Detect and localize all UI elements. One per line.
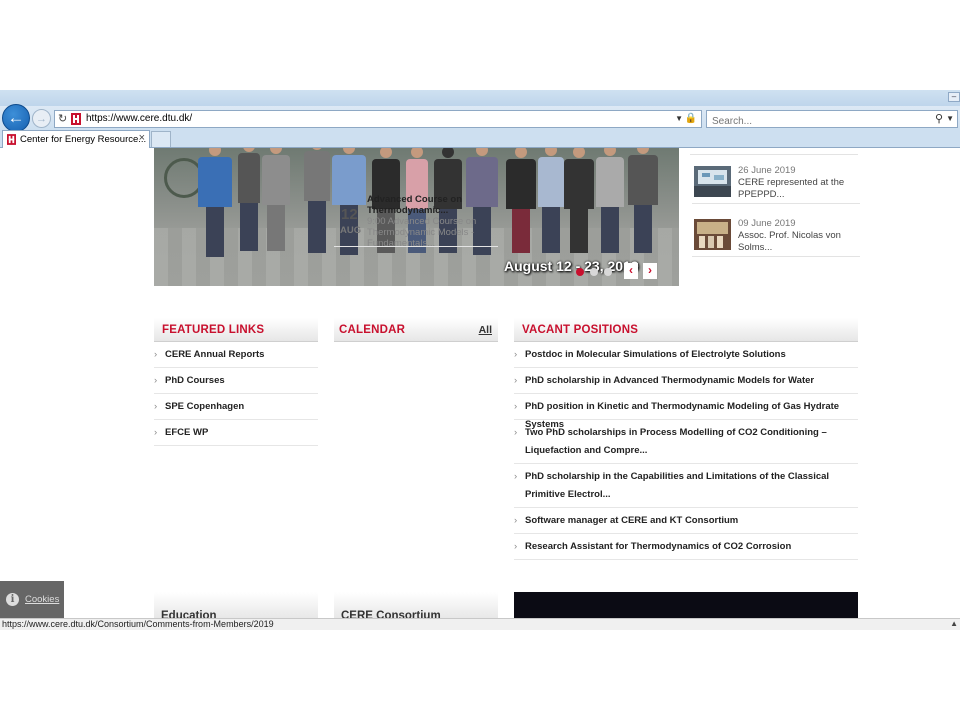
slide-next-button[interactable]: › [643,263,657,279]
hero-person [332,148,366,255]
slide-prev-button[interactable]: ‹ [624,263,638,279]
news-thumbnail [694,166,731,197]
vacancy-item[interactable]: › Software manager at CERE and KT Consor… [514,512,858,534]
featured-link-item[interactable]: › SPE Copenhagen [154,398,318,420]
consortium-heading[interactable]: CERE Consortium [341,610,441,618]
featured-link-item[interactable]: › PhD Courses [154,372,318,394]
hero-person [198,148,232,257]
education-section[interactable]: Education [154,592,318,618]
featured-link-item[interactable]: › EFCE WP [154,424,318,446]
calendar-all-link[interactable]: All [479,324,492,336]
arrow-left-icon: ← [7,108,25,127]
hero-person [538,148,564,253]
address-bar[interactable]: ↻ https://www.cere.dtu.dk/ ▼ 🔒 [54,110,702,128]
chevron-right-icon: › [514,349,518,360]
address-dropdown-icon[interactable]: ▼ [675,114,683,123]
slide-dot-active[interactable] [576,268,584,276]
calendar-divider [334,246,498,247]
hero-person [628,148,658,253]
chevron-right-icon: › [648,263,652,277]
vacant-positions-header: VACANT POSITIONS [514,318,858,342]
hero-person [238,148,260,251]
news-date: 26 June 2019 [738,165,796,176]
calendar-event-description: 9:00 Advanced Course on Thermodynamic Mo… [367,216,477,249]
refresh-icon[interactable]: ↻ [58,112,67,125]
vacancy-item[interactable]: › Research Assistant for Thermodynamics … [514,538,858,560]
news-title[interactable]: CERE represented at the PPEPPD... [738,177,858,200]
vacancy-item[interactable]: › PhD scholarship in the Capabilities an… [514,468,858,508]
chevron-right-icon: › [514,471,518,482]
chevron-right-icon: › [514,375,518,386]
browser-search-box[interactable]: ⚲ ▼ [706,110,958,130]
vacancy-item[interactable]: › Two PhD scholarships in Process Modell… [514,424,858,464]
back-button[interactable]: ← [2,104,30,132]
chevron-right-icon: › [154,349,158,360]
site-favicon-icon [71,113,81,125]
education-heading[interactable]: Education [161,610,217,618]
chevron-right-icon: › [514,427,518,438]
tab-cere[interactable]: Center for Energy Resource... × [2,130,150,148]
calendar-event-day: 12 [341,206,358,223]
hero-person [262,148,290,251]
search-dropdown-icon[interactable]: ▼ [946,114,954,123]
page-viewport: August 12 - 23, 2019 ‹ › 26 June 2019 CE… [0,148,960,618]
cookies-link[interactable]: Cookies [25,594,59,605]
news-item[interactable]: 26 June 2019 CERE represented at the PPE… [692,156,860,204]
info-icon: i [6,593,19,606]
zoom-indicator[interactable]: ▲ [950,619,958,628]
chevron-right-icon: › [154,401,158,412]
news-item[interactable]: 09 June 2019 Assoc. Prof. Nicolas von So… [692,209,860,257]
forward-button[interactable]: → [32,109,51,128]
slide-dot[interactable] [590,268,598,276]
close-icon[interactable]: × [139,132,145,144]
hero-person [506,148,536,253]
video-panel[interactable] [514,592,858,618]
vacancy-item[interactable]: › PhD position in Kinetic and Thermodyna… [514,398,858,430]
vacant-positions-heading: VACANT POSITIONS [522,324,639,336]
search-icon[interactable]: ⚲ [935,112,943,125]
cookies-badge[interactable]: i Cookies [0,581,64,618]
calendar-heading: CALENDAR [339,324,406,336]
chevron-right-icon: › [154,375,158,386]
chevron-right-icon: › [154,427,158,438]
calendar-header: CALENDAR All [334,318,498,342]
featured-links-header: FEATURED LINKS [154,318,318,342]
vacancy-item[interactable]: › Postdoc in Molecular Simulations of El… [514,346,858,368]
chevron-left-icon: ‹ [629,263,633,277]
window-minimize-button[interactable]: – [948,92,960,102]
calendar-event-title[interactable]: Advanced Course on Thermodynamic... [367,194,491,216]
news-divider [690,154,858,155]
browser-status-bar: https://www.cere.dtu.dk/Consortium/Comme… [0,618,960,630]
news-date: 09 June 2019 [738,218,796,229]
chevron-right-icon: › [514,515,518,526]
featured-links-heading: FEATURED LINKS [162,324,265,336]
status-url: https://www.cere.dtu.dk/Consortium/Comme… [2,619,274,629]
new-tab-button[interactable] [151,131,171,147]
news-title[interactable]: Assoc. Prof. Nicolas von Solms... [738,230,858,253]
chevron-right-icon: › [514,541,518,552]
hero-caption: August 12 - 23, 2019 [504,258,639,274]
slide-dot[interactable] [604,268,612,276]
site-favicon-icon [7,134,16,145]
consortium-section[interactable]: CERE Consortium [334,592,498,618]
vacancy-item[interactable]: › PhD scholarship in Advanced Thermodyna… [514,372,858,394]
chevron-right-icon: › [514,401,518,412]
arrow-right-icon: → [36,112,47,125]
news-thumbnail [694,219,731,250]
lock-icon[interactable]: 🔒 [685,113,697,124]
calendar-event-month: AUG [340,225,362,236]
hero-person [564,148,594,253]
featured-link-item[interactable]: › CERE Annual Reports [154,346,318,368]
address-url[interactable]: https://www.cere.dtu.dk/ [86,113,192,124]
tab-title: Center for Energy Resource... [20,134,147,145]
hero-person [596,148,624,253]
search-input[interactable] [707,113,922,130]
hero-person [304,148,330,253]
